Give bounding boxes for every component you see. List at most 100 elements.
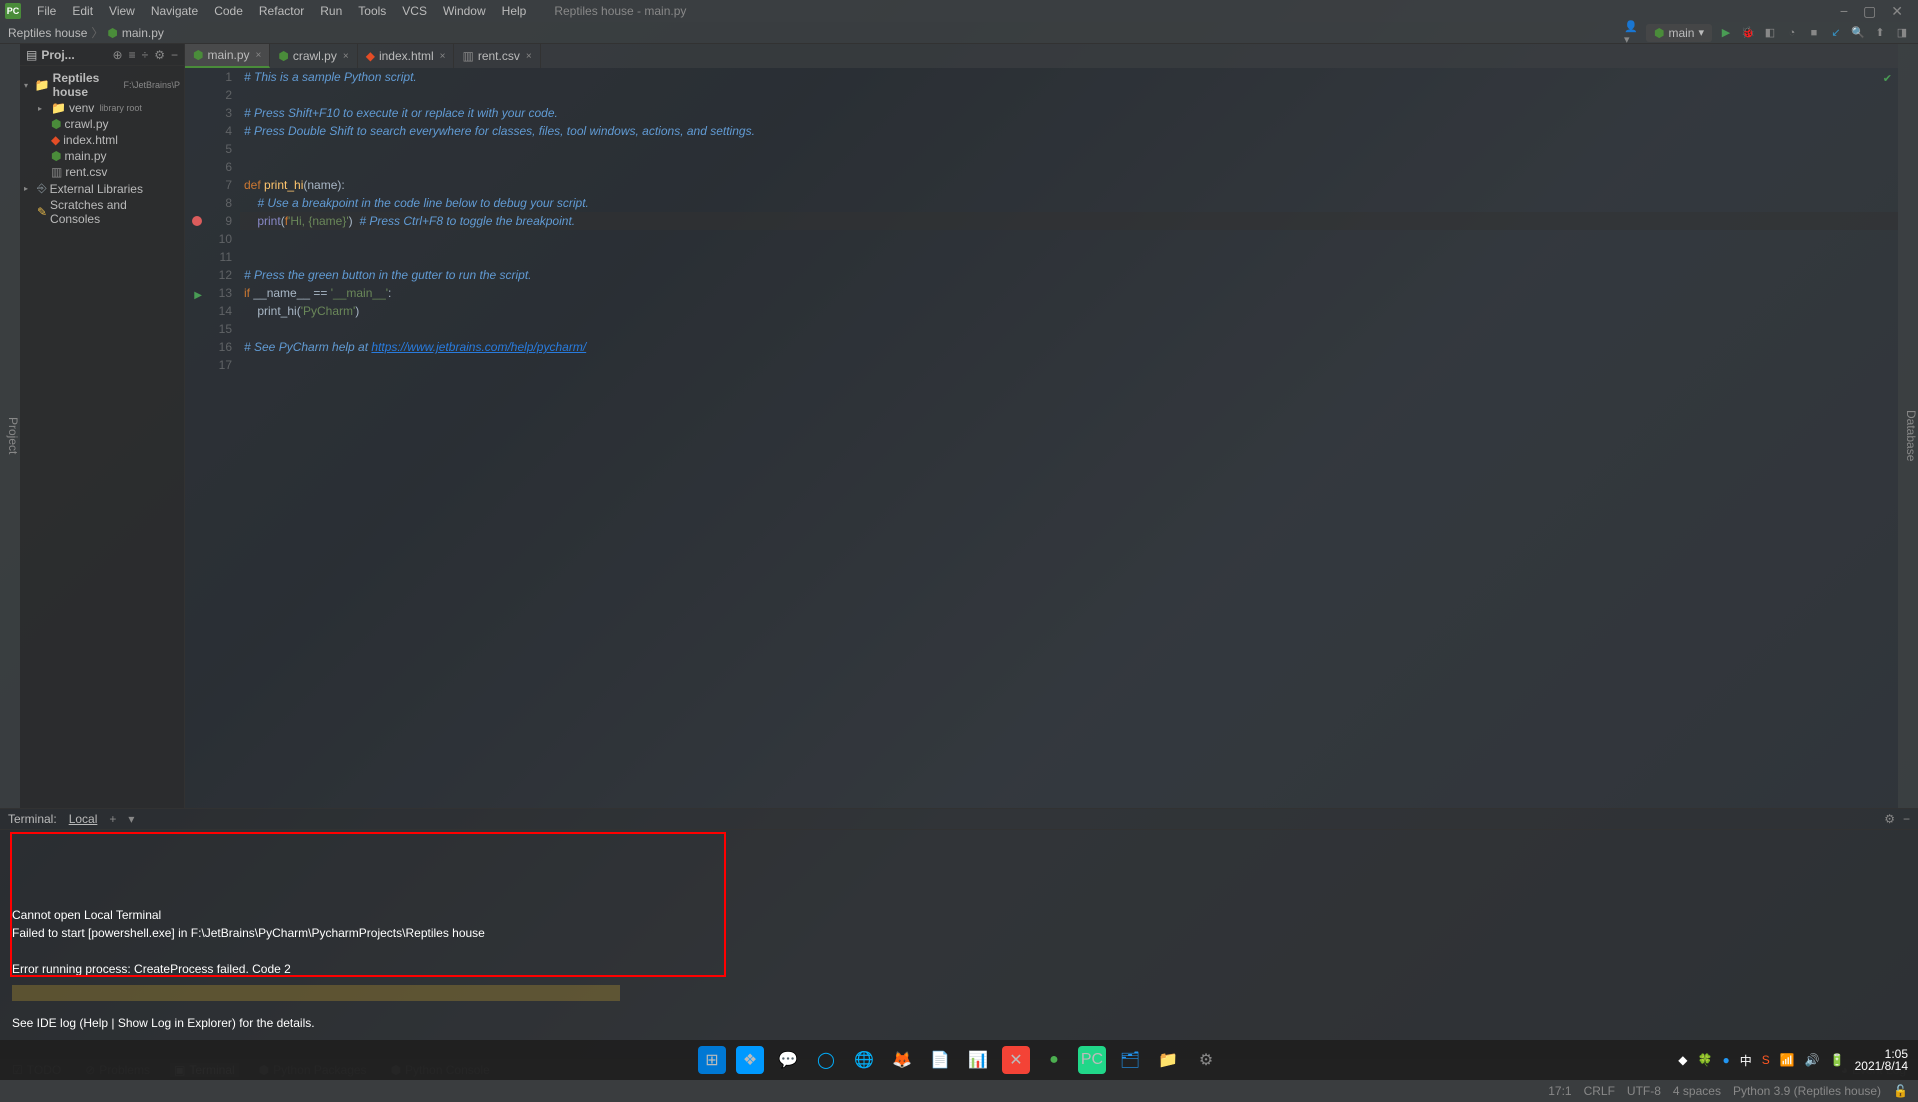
tree-venv[interactable]: ▸📁 venv library root	[20, 100, 184, 116]
menu-run[interactable]: Run	[312, 4, 350, 18]
tray-battery-icon[interactable]: 🔋	[1830, 1053, 1845, 1067]
tray-icon[interactable]: ◆	[1678, 1053, 1687, 1067]
taskbar-explorer[interactable]: 📁	[1154, 1046, 1182, 1074]
status-line-separator[interactable]: CRLF	[1584, 1084, 1615, 1098]
user-icon[interactable]: 👤▾	[1624, 25, 1640, 41]
select-opened-file-icon[interactable]: ⊕	[113, 48, 123, 62]
panel-settings-icon[interactable]: ⚙	[154, 48, 165, 62]
taskbar-app-5[interactable]: ✕	[1002, 1046, 1030, 1074]
taskbar-notepad[interactable]: 📄	[926, 1046, 954, 1074]
taskbar-clock[interactable]: 1:05 2021/8/14	[1855, 1048, 1908, 1072]
python-file-icon: ⬢	[107, 26, 117, 40]
search-everywhere-icon[interactable]: 🔍	[1850, 25, 1866, 41]
debug-button[interactable]: 🐞	[1740, 25, 1756, 41]
terminal-settings-icon[interactable]: ⚙	[1884, 812, 1895, 826]
new-terminal-button[interactable]: +	[109, 812, 116, 826]
editor-tabs: ⬢main.py× ⬢crawl.py× ◆index.html× ▥rent.…	[185, 44, 1898, 68]
terminal-panel: Terminal: Local + ▾ ⚙ − Cannot open Loca…	[0, 808, 1918, 1058]
taskbar-app-1[interactable]: ❖	[736, 1046, 764, 1074]
close-tab-icon[interactable]: ×	[343, 51, 349, 62]
terminal-tab-local[interactable]: Local	[69, 812, 98, 826]
collapse-all-icon[interactable]: ÷	[142, 48, 149, 62]
taskbar-settings[interactable]: ⚙	[1192, 1046, 1220, 1074]
menu-file[interactable]: File	[29, 4, 64, 18]
profile-button[interactable]: ◔	[1784, 25, 1800, 41]
vcs-update-icon[interactable]: ↙	[1828, 25, 1844, 41]
editor-tab-index[interactable]: ◆index.html×	[358, 44, 455, 68]
tree-file-crawl[interactable]: ⬢crawl.py	[20, 116, 184, 132]
taskbar-app-7[interactable]: 🗂	[1116, 1046, 1144, 1074]
tray-icon[interactable]: 🍀	[1698, 1053, 1713, 1067]
taskbar-pycharm[interactable]: PC	[1078, 1046, 1106, 1074]
windows-taskbar: ⊞ ❖ 💬 ◯ 🌐 🦊 📄 📊 ✕ ● PC 🗂 📁 ⚙ ◆ 🍀 ● 中 S 📶…	[0, 1040, 1918, 1080]
start-button[interactable]: ⊞	[698, 1046, 726, 1074]
hide-panel-icon[interactable]: −	[171, 48, 178, 62]
menu-help[interactable]: Help	[494, 4, 535, 18]
terminal-output[interactable]: Cannot open Local TerminalFailed to star…	[0, 830, 1918, 1058]
breadcrumb: Reptiles house 〉 ⬢ main.py	[8, 24, 1624, 41]
tray-icon[interactable]: 中	[1740, 1052, 1752, 1069]
window-title: Reptiles house - main.py	[554, 4, 1840, 18]
inspection-ok-icon[interactable]: ✔	[1883, 72, 1892, 85]
menu-code[interactable]: Code	[206, 4, 251, 18]
tree-scratches[interactable]: ✎Scratches and Consoles	[20, 197, 184, 227]
close-tab-icon[interactable]: ×	[440, 51, 446, 62]
editor-tab-rent[interactable]: ▥rent.csv×	[454, 44, 540, 68]
menu-navigate[interactable]: Navigate	[143, 4, 206, 18]
tree-root[interactable]: ▾📁 Reptiles house F:\JetBrains\P	[20, 70, 184, 100]
menu-edit[interactable]: Edit	[64, 4, 101, 18]
close-tab-icon[interactable]: ×	[256, 50, 262, 61]
hide-terminal-icon[interactable]: −	[1903, 812, 1910, 826]
taskbar-app-6[interactable]: ●	[1040, 1046, 1068, 1074]
breadcrumb-separator: 〉	[91, 24, 103, 41]
code-editor[interactable]: ✔ 12345678910111213▶14151617 # This is a…	[185, 68, 1898, 808]
editor-tab-main[interactable]: ⬢main.py×	[185, 44, 270, 68]
database-tool-button[interactable]: Database	[1904, 410, 1918, 461]
run-configuration-selector[interactable]: ⬢main ▾	[1646, 24, 1712, 42]
tray-icon[interactable]: S	[1762, 1053, 1770, 1067]
terminal-label: Terminal:	[8, 812, 57, 826]
status-interpreter[interactable]: Python 3.9 (Reptiles house)	[1733, 1084, 1881, 1098]
taskbar-app-3[interactable]: ◯	[812, 1046, 840, 1074]
expand-all-icon[interactable]: ≡	[129, 48, 136, 62]
terminal-cursor-line	[12, 985, 620, 1001]
menu-tools[interactable]: Tools	[350, 4, 394, 18]
right-tool-stripe: Database	[1898, 44, 1918, 808]
tree-file-index[interactable]: ◆index.html	[20, 132, 184, 148]
maximize-button[interactable]: ▢	[1863, 3, 1876, 20]
menu-view[interactable]: View	[101, 4, 143, 18]
status-caret-position[interactable]: 17:1	[1548, 1084, 1571, 1098]
coverage-button[interactable]: ◧	[1762, 25, 1778, 41]
close-tab-icon[interactable]: ×	[526, 51, 532, 62]
minimize-button[interactable]: −	[1840, 3, 1848, 20]
editor-tab-crawl[interactable]: ⬢crawl.py×	[270, 44, 357, 68]
code-content[interactable]: # This is a sample Python script.# Press…	[240, 68, 1898, 808]
menu-window[interactable]: Window	[435, 4, 494, 18]
stop-button[interactable]: ■	[1806, 25, 1822, 41]
status-lock-icon[interactable]: 🔓	[1893, 1084, 1908, 1098]
status-indent[interactable]: 4 spaces	[1673, 1084, 1721, 1098]
status-encoding[interactable]: UTF-8	[1627, 1084, 1661, 1098]
settings-icon[interactable]: ⬆	[1872, 25, 1888, 41]
tree-external-libraries[interactable]: ▸⎆External Libraries	[20, 180, 184, 197]
taskbar-chrome[interactable]: 🌐	[850, 1046, 878, 1074]
menu-vcs[interactable]: VCS	[394, 4, 435, 18]
breadcrumb-project[interactable]: Reptiles house	[8, 26, 87, 40]
breadcrumb-file[interactable]: main.py	[122, 26, 164, 40]
taskbar-app-4[interactable]: 📊	[964, 1046, 992, 1074]
close-button[interactable]: ✕	[1891, 3, 1903, 20]
ide-settings-icon[interactable]: ◨	[1894, 25, 1910, 41]
tree-file-main[interactable]: ⬢main.py	[20, 148, 184, 164]
tree-file-rent[interactable]: ▥rent.csv	[20, 164, 184, 180]
taskbar-app-2[interactable]: 💬	[774, 1046, 802, 1074]
terminal-dropdown-icon[interactable]: ▾	[128, 812, 134, 826]
menu-refactor[interactable]: Refactor	[251, 4, 312, 18]
tray-icon[interactable]: ●	[1722, 1053, 1729, 1067]
window-controls: − ▢ ✕	[1840, 3, 1913, 20]
project-tool-button[interactable]: Project	[6, 417, 20, 454]
tray-wifi-icon[interactable]: 📶	[1780, 1053, 1795, 1067]
tray-volume-icon[interactable]: 🔊	[1805, 1053, 1820, 1067]
taskbar-firefox[interactable]: 🦊	[888, 1046, 916, 1074]
pycharm-logo-icon: PC	[5, 3, 21, 19]
run-button[interactable]: ▶	[1718, 25, 1734, 41]
